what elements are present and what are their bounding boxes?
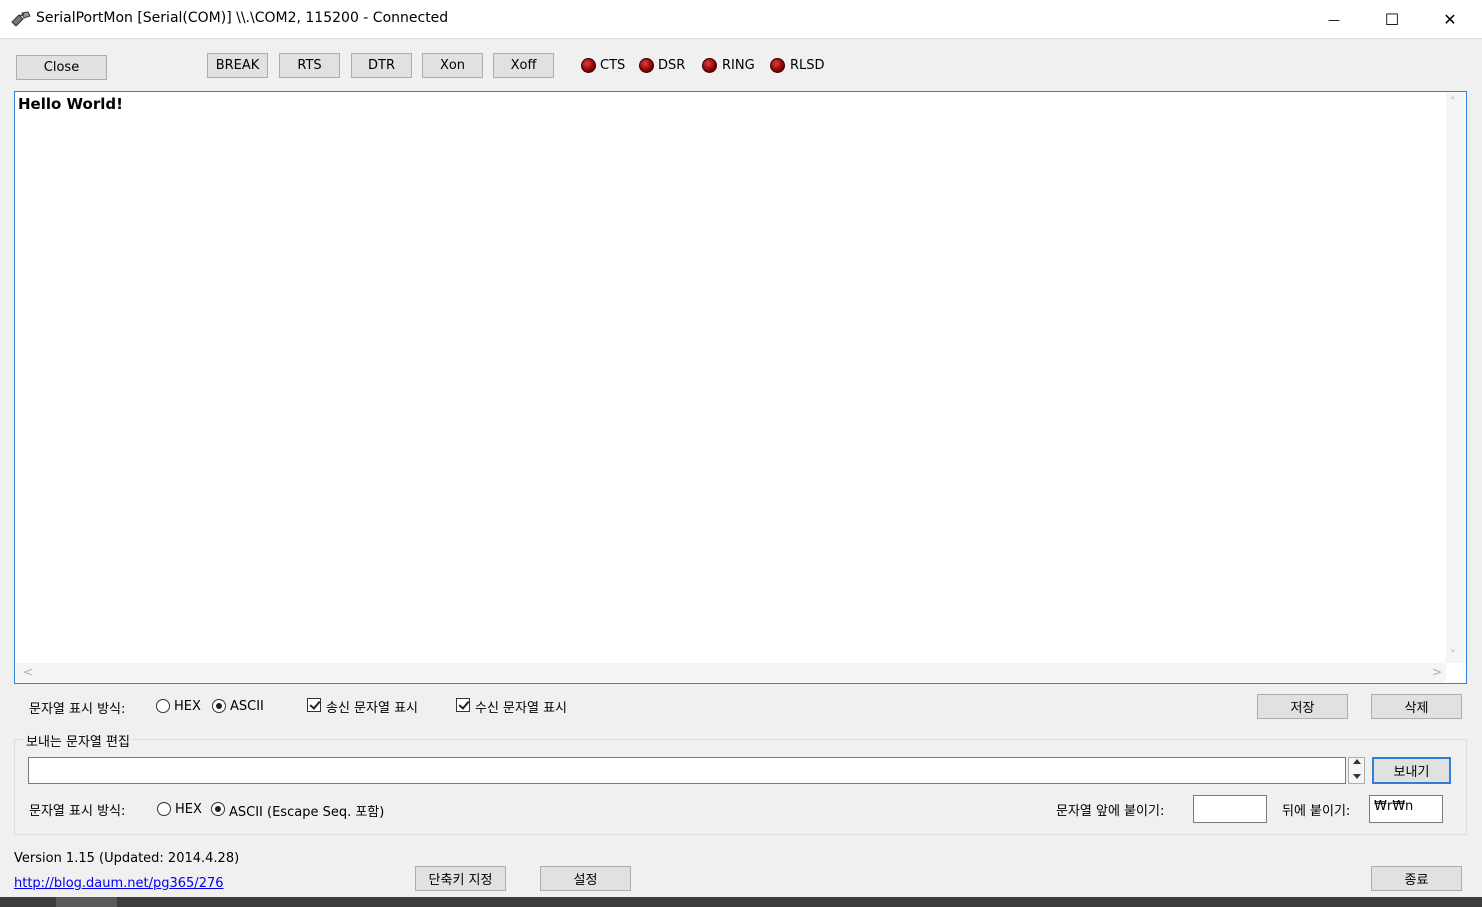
suffix-label: 뒤에 붙이기: (1282, 804, 1351, 819)
send-hex-radio[interactable] (157, 802, 171, 816)
show-received-label: 수신 문자열 표시 (475, 701, 567, 716)
show-sent-label: 송신 문자열 표시 (326, 701, 418, 716)
taskbar-item[interactable] (56, 897, 117, 907)
horizontal-scrollbar[interactable]: < > (16, 663, 1446, 682)
send-hex-label: HEX (175, 802, 202, 817)
cts-label: CTS (600, 58, 626, 73)
display-format-label: 문자열 표시 방식: (29, 702, 126, 717)
prefix-input[interactable] (1193, 795, 1267, 823)
display-hex-label: HEX (174, 699, 201, 714)
blog-link[interactable]: http://blog.daum.net/pg365/276 (14, 876, 224, 891)
xoff-button[interactable]: Xoff (493, 53, 554, 78)
send-button[interactable]: 보내기 (1372, 757, 1451, 784)
exit-button[interactable]: 종료 (1371, 866, 1462, 891)
delete-button[interactable]: 삭제 (1371, 694, 1462, 719)
taskbar-strip (0, 897, 1482, 907)
rlsd-led-icon (770, 58, 785, 73)
close-port-button[interactable]: Close (16, 55, 107, 80)
maximize-button[interactable]: ☐ (1363, 0, 1421, 39)
close-window-button[interactable]: ✕ (1421, 0, 1479, 39)
dsr-led-icon (639, 58, 654, 73)
title-bar: SerialPortMon [Serial(COM)] \\.\COM2, 11… (0, 0, 1482, 39)
rts-button[interactable]: RTS (279, 53, 340, 78)
break-button[interactable]: BREAK (207, 53, 268, 78)
ring-label: RING (722, 58, 755, 73)
scroll-left-icon[interactable]: < (23, 665, 33, 679)
dsr-label: DSR (658, 58, 686, 73)
spin-down-icon[interactable] (1353, 774, 1361, 779)
suffix-input[interactable]: ₩r₩n (1369, 795, 1443, 823)
log-text: Hello World! (18, 95, 123, 113)
vertical-scrollbar[interactable]: ˄ ˅ (1446, 93, 1465, 663)
cts-led-icon (581, 58, 596, 73)
ring-led-icon (702, 58, 717, 73)
version-text: Version 1.15 (Updated: 2014.4.28) (14, 851, 240, 866)
close-icon: ✕ (1443, 10, 1457, 29)
history-spinner[interactable] (1348, 757, 1365, 784)
show-sent-checkbox[interactable] (307, 698, 321, 712)
spin-up-icon[interactable] (1353, 759, 1361, 764)
prefix-label: 문자열 앞에 붙이기: (1056, 804, 1165, 819)
save-button[interactable]: 저장 (1257, 694, 1348, 719)
dtr-button[interactable]: DTR (351, 53, 412, 78)
display-ascii-label: ASCII (230, 699, 264, 714)
send-format-label: 문자열 표시 방식: (29, 804, 126, 819)
send-ascii-label: ASCII (Escape Seq. 포함) (229, 805, 385, 820)
window-title: SerialPortMon [Serial(COM)] \\.\COM2, 11… (36, 10, 449, 26)
display-ascii-radio[interactable] (212, 699, 226, 713)
log-output[interactable]: Hello World! ˄ ˅ < > (14, 91, 1467, 684)
rlsd-label: RLSD (790, 58, 825, 73)
minimize-icon: — (1328, 12, 1340, 27)
show-received-checkbox[interactable] (456, 698, 470, 712)
scroll-up-icon[interactable]: ˄ (1450, 95, 1456, 108)
scroll-down-icon[interactable]: ˅ (1450, 648, 1456, 661)
xon-button[interactable]: Xon (422, 53, 483, 78)
send-group-title: 보내는 문자열 편집 (23, 731, 133, 750)
send-text-input[interactable] (28, 757, 1346, 784)
display-hex-radio[interactable] (156, 699, 170, 713)
minimize-button[interactable]: — (1305, 0, 1363, 39)
send-ascii-radio[interactable] (211, 802, 225, 816)
scroll-right-icon[interactable]: > (1432, 665, 1442, 679)
plug-icon[interactable] (10, 10, 32, 28)
shortcut-button[interactable]: 단축키 지정 (415, 866, 506, 891)
maximize-icon: ☐ (1384, 10, 1400, 29)
settings-button[interactable]: 설정 (540, 866, 631, 891)
